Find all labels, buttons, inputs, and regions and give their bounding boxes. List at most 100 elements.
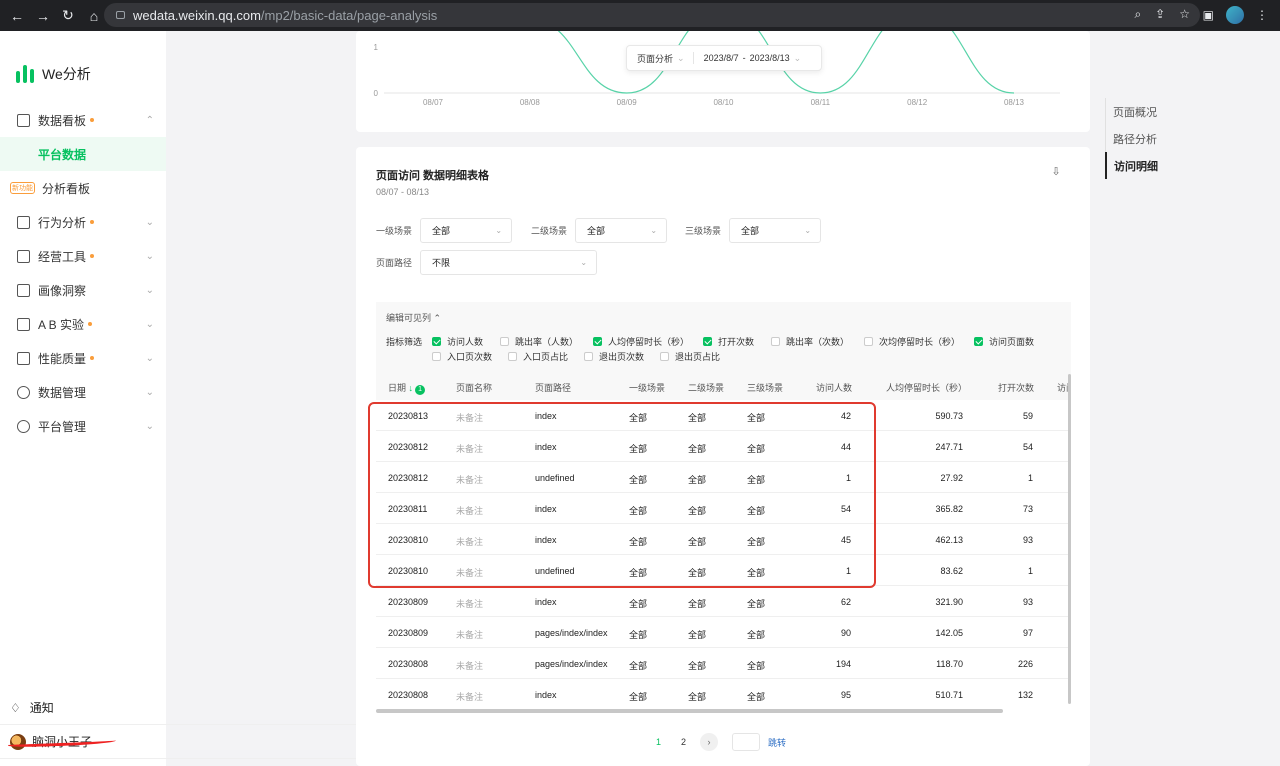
sidebar-item-label: 数据管理 <box>38 385 87 400</box>
metric-checkbox[interactable]: 跳出率（次数） <box>771 335 849 348</box>
chevron-down-icon: ⌄ <box>495 226 503 235</box>
metric-checkbox[interactable]: 次均停留时长（秒） <box>864 335 960 348</box>
forward-arrow-icon[interactable]: → <box>36 8 50 24</box>
metric-checkbox[interactable]: 访问页面数 <box>974 335 1034 348</box>
metric-checkbox[interactable]: 退出页占比 <box>660 350 720 363</box>
page-2[interactable]: 2 <box>681 737 686 747</box>
sidebar-item-ab-test[interactable]: A B 实验 ⌄ <box>0 307 166 341</box>
new-dot <box>88 322 93 326</box>
table-cell: 未备注 <box>456 661 484 671</box>
jump-page-input[interactable] <box>732 733 761 751</box>
date-from[interactable]: 2023/8/7 <box>704 53 739 63</box>
header-page-name: 页面名称 <box>456 383 493 393</box>
sidepanel-icon[interactable]: ▣ <box>1203 8 1214 22</box>
metric-checkbox[interactable]: 人均停留时长（秒） <box>593 335 689 348</box>
table-cell: 226 <box>1017 659 1033 669</box>
select-value: 全部 <box>741 226 760 236</box>
sidebar-item-label: 数据看板 <box>38 113 87 128</box>
sidebar-item-persona[interactable]: 画像洞察 ⌄ <box>0 273 166 307</box>
anchor-path-analysis[interactable]: 路径分析 <box>1106 125 1225 152</box>
jump-button[interactable]: 跳转 <box>768 736 786 749</box>
sort-down-icon[interactable]: ↓ <box>409 383 414 393</box>
sidebar-item-analysis-board[interactable]: 新功能 分析看板 <box>0 171 166 205</box>
checkbox-icon <box>432 352 441 361</box>
zoom-icon[interactable]: ⌕ <box>1134 7 1141 22</box>
back-arrow-icon[interactable]: ← <box>10 8 24 24</box>
metric-checkbox[interactable]: 打开次数 <box>703 335 754 348</box>
table-cell: 未备注 <box>456 692 484 702</box>
chevron-down-icon: ⌄ <box>145 284 154 296</box>
page-1[interactable]: 1 <box>656 737 661 747</box>
metric-checkbox[interactable]: 跳出率（人数） <box>500 335 578 348</box>
bell-icon: ♢ <box>10 700 21 715</box>
sidebar-item-dashboard[interactable]: 数据看板 ⌃ <box>0 103 166 137</box>
table-cell: 全部 <box>629 692 648 702</box>
sidebar-item-label: 经营工具 <box>38 249 87 264</box>
dimension-select[interactable]: 页面分析 <box>637 52 673 65</box>
profile-avatar[interactable] <box>1226 6 1244 24</box>
sidebar-item-platform-data[interactable]: 平台数据 <box>0 137 166 171</box>
table-cell: 59 <box>1022 411 1033 421</box>
header-avg-stay: 人均停留时长（秒） <box>886 383 968 393</box>
table-cell: 247.71 <box>935 442 963 452</box>
anchor-visit-detail[interactable]: 访问明细 <box>1105 152 1225 179</box>
sidebar-item-data-management[interactable]: 数据管理 ⌄ <box>0 375 166 409</box>
export-icon[interactable]: ⇩ <box>1046 165 1066 183</box>
table-row[interactable]: 20230808 未备注 pages/index/index 全部 全部 全部 194 118… <box>376 648 1071 679</box>
table-row[interactable]: 20230808 未备注 index 全部 全部 全部 95 510.71 132 <box>376 679 1071 702</box>
next-page-button[interactable]: › <box>700 733 719 751</box>
table-row[interactable]: 20230809 未备注 pages/index/index 全部 全部 全部 90 142.… <box>376 617 1071 648</box>
sidebar-item-label: 分析看板 <box>42 181 91 196</box>
metric-checkbox[interactable]: 退出页次数 <box>584 350 644 363</box>
metric-checkbox[interactable]: 访问人数 <box>432 335 483 348</box>
checkbox-icon <box>584 352 593 361</box>
level3-select[interactable]: 全部 ⌄ <box>729 218 822 243</box>
header-date[interactable]: 日期 ↓ 1 <box>388 381 426 395</box>
table-cell: 20230809 <box>388 628 429 638</box>
level2-select[interactable]: 全部 ⌄ <box>575 218 668 243</box>
date-to[interactable]: 2023/8/13 <box>750 53 790 63</box>
home-icon[interactable]: ⌂ <box>88 8 100 24</box>
header-page-path: 页面路径 <box>535 383 572 393</box>
table-cell: 全部 <box>747 692 766 702</box>
level3-filter: 三级场景 全部 ⌄ <box>685 218 822 243</box>
header-level2: 二级场景 <box>688 383 725 393</box>
reload-icon[interactable]: ↻ <box>62 7 74 24</box>
header-opens: 打开次数 <box>998 383 1035 393</box>
sidebar-item-platform-management[interactable]: 平台管理 ⌄ <box>0 409 166 443</box>
section-title: 页面访问 数据明细表格 <box>376 170 490 182</box>
brand-name: We分析 <box>42 66 91 82</box>
sidebar-item-operation-tools[interactable]: 经营工具 ⌄ <box>0 239 166 273</box>
chart-filter-pill[interactable]: 页面分析 ⌄ 2023/8/7 - 2023/8/13 ⌄ <box>626 45 822 71</box>
more-menu-icon[interactable]: ⋮ <box>1256 8 1268 22</box>
tools-icon <box>17 249 30 263</box>
level1-select[interactable]: 全部 ⌄ <box>420 218 513 243</box>
table-cell: 95 <box>840 690 851 700</box>
edit-columns-toggle[interactable]: 编辑可见列 ⌃ <box>386 311 441 324</box>
sidebar-item-behavior[interactable]: 行为分析 ⌄ <box>0 205 166 239</box>
divider <box>692 52 694 64</box>
x-tick-label: 08/08 <box>520 98 541 107</box>
bookmark-star-icon[interactable]: ☆ <box>1179 7 1190 22</box>
share-icon[interactable]: ⇪ <box>1155 7 1165 22</box>
address-bar[interactable]: wedata.weixin.qq.com /mp2/basic-data/pag… <box>104 3 1200 27</box>
path-select[interactable]: 不限 ⌄ <box>420 250 598 275</box>
sidebar: We分析 数据看板 ⌃ 平台数据 新功能 分析看板 行为分析 ⌄ 经营工具 ⌄ <box>0 31 695 766</box>
brand-logo[interactable]: We分析 <box>16 64 91 84</box>
vertical-scrollbar[interactable] <box>1068 374 1071 704</box>
table-row[interactable]: 20230809 未备注 index 全部 全部 全部 62 321.90 93 <box>376 586 1071 617</box>
anchor-page-overview[interactable]: 页面概况 <box>1106 98 1225 125</box>
x-tick-label: 08/11 <box>811 98 831 107</box>
metric-checkbox[interactable]: 入口页占比 <box>508 350 568 363</box>
sidebar-footer: ♢ 通知 › 脑洞小王子 › <box>0 691 695 759</box>
url-path: /mp2/basic-data/page-analysis <box>260 7 438 23</box>
metric-checkbox[interactable]: 入口页次数 <box>432 350 492 363</box>
sidebar-item-performance[interactable]: 性能质量 ⌄ <box>0 341 166 375</box>
table-cell: pages/index/index <box>535 628 608 638</box>
checkbox-label: 入口页次数 <box>447 352 493 362</box>
sidebar-item-label: 行为分析 <box>38 215 87 230</box>
horizontal-scrollbar[interactable] <box>376 709 1003 713</box>
sidebar-item-label: 性能质量 <box>38 351 87 366</box>
checkbox-icon <box>974 337 983 346</box>
table-cell: 全部 <box>629 630 648 640</box>
